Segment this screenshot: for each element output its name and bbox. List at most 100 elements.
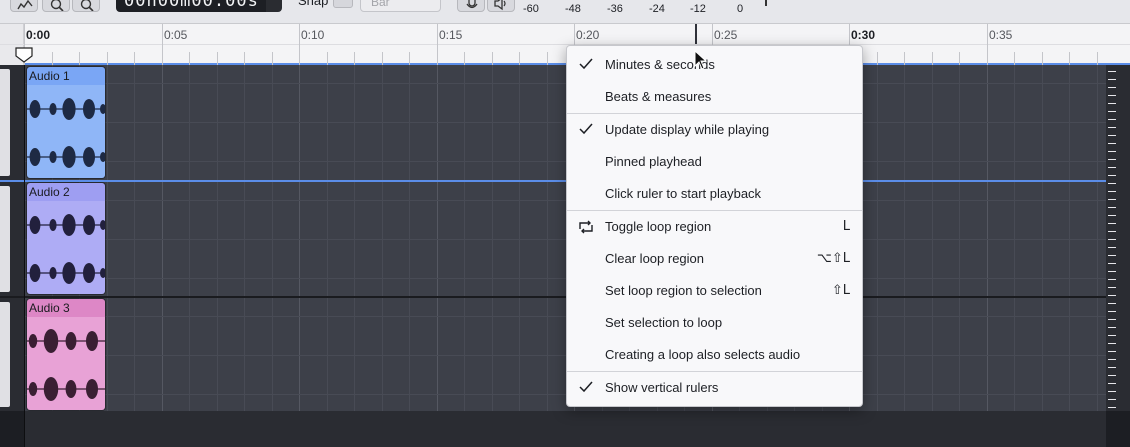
zoom-out-icon — [80, 0, 94, 11]
vertical-ruler-mark — [1108, 407, 1116, 408]
ruler-tick — [327, 52, 328, 65]
record-meter-button[interactable] — [457, 0, 485, 12]
ruler-tick — [492, 52, 493, 65]
zoom-out-button[interactable] — [72, 0, 100, 12]
grid-line — [24, 83, 1106, 84]
ruler-tick — [1042, 52, 1043, 65]
timeline-ruler[interactable]: 0:00 0:05 0:10 0:15 0:20 0:25 0:30 0:35 — [0, 24, 1130, 65]
vertical-ruler-mark — [1108, 271, 1116, 272]
track-3-control-strip[interactable] — [0, 298, 24, 411]
audio-clip[interactable]: Audio 2 — [26, 182, 106, 295]
ruler-tick — [162, 24, 163, 65]
clip-name[interactable]: Audio 1 — [27, 67, 105, 85]
audio-clip[interactable]: Audio 1 — [26, 66, 106, 179]
meter-label: -24 — [649, 3, 665, 15]
vertical-ruler-mark — [1108, 239, 1116, 240]
menu-item-shortcut: ⌥⇧L — [816, 251, 850, 266]
ruler-tick — [189, 52, 190, 65]
ruler-tick — [987, 24, 988, 65]
menu-item-label: Beats & measures — [605, 89, 712, 104]
menu-item-beats-measures[interactable]: Beats & measures — [567, 83, 862, 111]
menu-item-pinned-playhead[interactable]: Pinned playhead — [567, 148, 862, 176]
menu-item-shortcut: L — [842, 219, 850, 234]
menu-item-toggle-loop[interactable]: Toggle loop region L — [567, 213, 862, 241]
vertical-ruler-mark — [1108, 199, 1116, 200]
ruler-label: 0:20 — [576, 28, 600, 42]
ruler-label: 0:00 — [26, 28, 51, 42]
snap-label: Snap — [298, 0, 329, 8]
menu-item-set-loop-to-selection[interactable]: Set loop region to selection ⇧L — [567, 277, 862, 305]
grid-line — [24, 355, 1106, 356]
record-meter-icon — [466, 0, 478, 9]
playhead-line — [24, 65, 25, 447]
menu-item-label: Update display while playing — [605, 122, 770, 137]
menu-item-label: Toggle loop region — [605, 219, 712, 234]
track-2-lane[interactable] — [24, 182, 1106, 296]
ruler-tick — [217, 52, 218, 65]
vertical-ruler-mark — [1108, 287, 1116, 288]
snap-checkbox[interactable] — [333, 0, 353, 8]
playback-meter-button[interactable] — [487, 0, 515, 12]
vertical-ruler-mark — [1108, 359, 1116, 360]
vertical-ruler-mark — [1108, 135, 1116, 136]
vertical-ruler-mark — [1108, 375, 1116, 376]
snap-select[interactable]: Bar — [360, 0, 441, 12]
vertical-ruler-mark — [1108, 367, 1116, 368]
envelope-tool-button[interactable] — [10, 0, 38, 12]
menu-item-label: Click ruler to start playback — [605, 186, 762, 201]
ruler-position-marker — [695, 24, 697, 44]
clip-name[interactable]: Audio 2 — [27, 183, 105, 201]
vertical-ruler-mark — [1108, 215, 1116, 216]
grid-line — [24, 316, 1106, 317]
vertical-ruler-mark — [1108, 119, 1116, 120]
vertical-ruler-mark — [1108, 335, 1116, 336]
vertical-ruler-strip — [1106, 65, 1130, 411]
menu-item-click-ruler-playback[interactable]: Click ruler to start playback — [567, 180, 862, 208]
grid-line — [24, 200, 1106, 201]
ruler-tick — [877, 52, 878, 65]
meter-label: -60 — [523, 3, 539, 15]
menu-item-label: Set loop region to selection — [605, 283, 762, 298]
ruler-label: 0:15 — [439, 28, 463, 42]
waveform — [27, 329, 105, 401]
menu-item-show-vertical-rulers[interactable]: Show vertical rulers — [567, 374, 862, 402]
ruler-tick — [464, 52, 465, 65]
menu-item-clear-loop[interactable]: Clear loop region ⌥⇧L — [567, 245, 862, 273]
vertical-ruler-mark — [1108, 191, 1116, 192]
playhead-handle[interactable] — [15, 47, 33, 63]
time-display[interactable]: 00h00m00.00s — [116, 0, 266, 12]
menu-item-loop-selects-audio[interactable]: Creating a loop also selects audio — [567, 341, 862, 369]
track-3-lane[interactable] — [24, 298, 1106, 411]
vertical-ruler-mark — [1108, 183, 1116, 184]
ruler-tick — [437, 24, 438, 65]
track-1-lane[interactable] — [24, 65, 1106, 180]
vertical-ruler-mark — [1108, 311, 1116, 312]
meter-label: -48 — [565, 3, 581, 15]
ruler-context-menu: Minutes & seconds Beats & measures Updat… — [566, 45, 863, 407]
time-format-dropdown[interactable] — [266, 0, 282, 12]
meter-label: 0 — [737, 3, 744, 15]
menu-item-update-display[interactable]: Update display while playing — [567, 116, 862, 144]
audio-clip[interactable]: Audio 3 — [26, 298, 106, 411]
ruler-label: 0:05 — [164, 28, 188, 42]
vertical-ruler-mark — [1108, 175, 1116, 176]
waveform — [27, 214, 105, 284]
ruler-tick — [354, 52, 355, 65]
vertical-ruler-mark — [1108, 71, 1116, 72]
ruler-label: 0:30 — [851, 28, 876, 42]
vertical-ruler-mark — [1108, 399, 1116, 400]
ruler-tick — [519, 52, 520, 65]
menu-item-set-selection-to-loop[interactable]: Set selection to loop — [567, 309, 862, 337]
menu-item-label: Clear loop region — [605, 251, 705, 266]
zoom-in-button[interactable] — [42, 0, 70, 12]
audio-editor-window: 00h00m00.00s Snap Bar -60 -48 -36 -24 -1… — [0, 0, 1130, 447]
grid-line — [24, 239, 1106, 240]
grid-line — [24, 161, 1106, 162]
clip-name[interactable]: Audio 3 — [27, 299, 105, 317]
empty-track-area[interactable] — [24, 411, 1106, 447]
track-2-control-strip[interactable] — [0, 182, 24, 296]
grid-line — [24, 394, 1106, 395]
track-1-control-strip[interactable] — [0, 65, 24, 180]
menu-item-minutes-seconds[interactable]: Minutes & seconds — [567, 51, 862, 79]
ruler-divider — [0, 44, 1130, 45]
